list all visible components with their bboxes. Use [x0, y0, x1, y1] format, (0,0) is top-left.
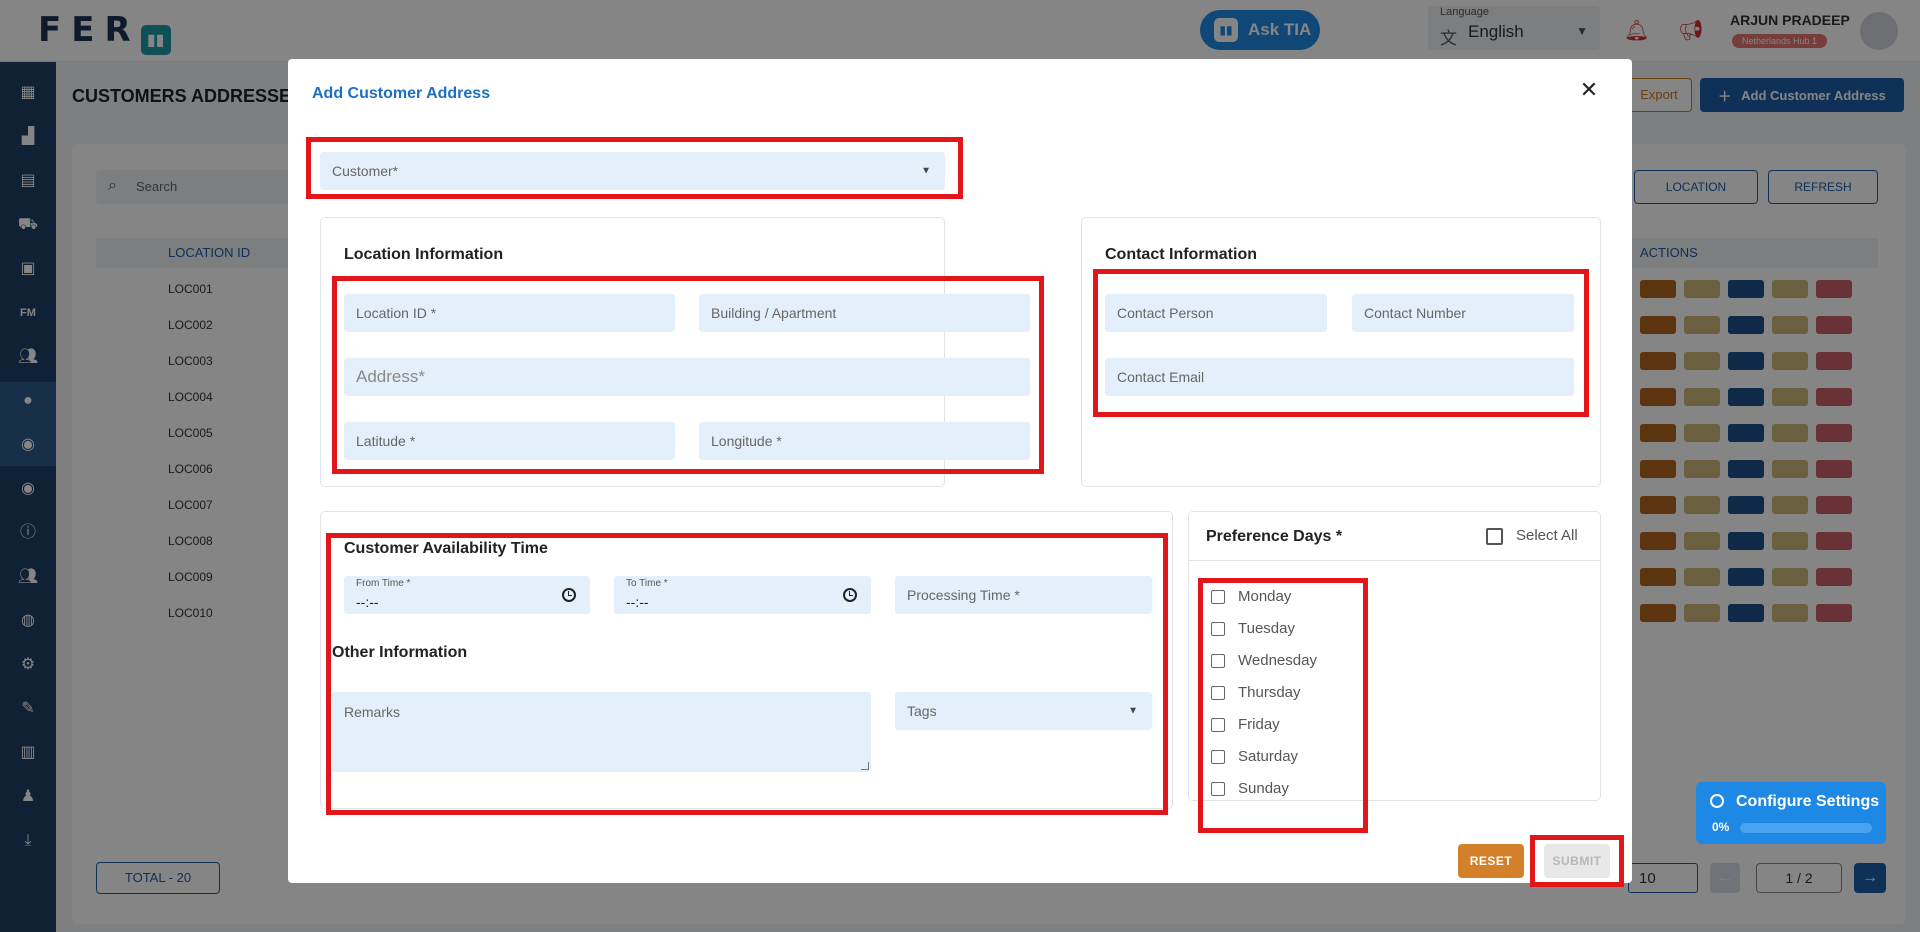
location-information-title: Location Information — [344, 246, 504, 263]
highlight-box — [1093, 269, 1589, 417]
close-icon[interactable]: ✕ — [1576, 77, 1602, 103]
configure-settings-widget[interactable]: Configure Settings 0% — [1696, 782, 1886, 844]
highlight-box — [1198, 578, 1368, 833]
reset-button[interactable]: RESET — [1458, 844, 1524, 878]
circle-icon — [1710, 794, 1724, 808]
configure-settings-percent: 0% — [1712, 820, 1730, 834]
highlight-box — [332, 276, 1044, 474]
configure-settings-progress — [1740, 823, 1872, 833]
modal-title: Add Customer Address — [312, 85, 491, 102]
highlight-box — [326, 533, 1168, 815]
preference-days-title: Preference Days * — [1206, 528, 1343, 545]
highlight-box — [1530, 835, 1624, 887]
configure-settings-title: Configure Settings — [1736, 793, 1880, 810]
select-all-checkbox[interactable] — [1486, 528, 1503, 545]
add-customer-address-modal: Add Customer Address ✕ Customer* ▼ Locat… — [288, 59, 1632, 887]
divider — [1188, 560, 1601, 561]
contact-information-title: Contact Information — [1105, 246, 1257, 263]
highlight-box — [306, 137, 963, 199]
select-all-label: Select All — [1516, 527, 1578, 544]
